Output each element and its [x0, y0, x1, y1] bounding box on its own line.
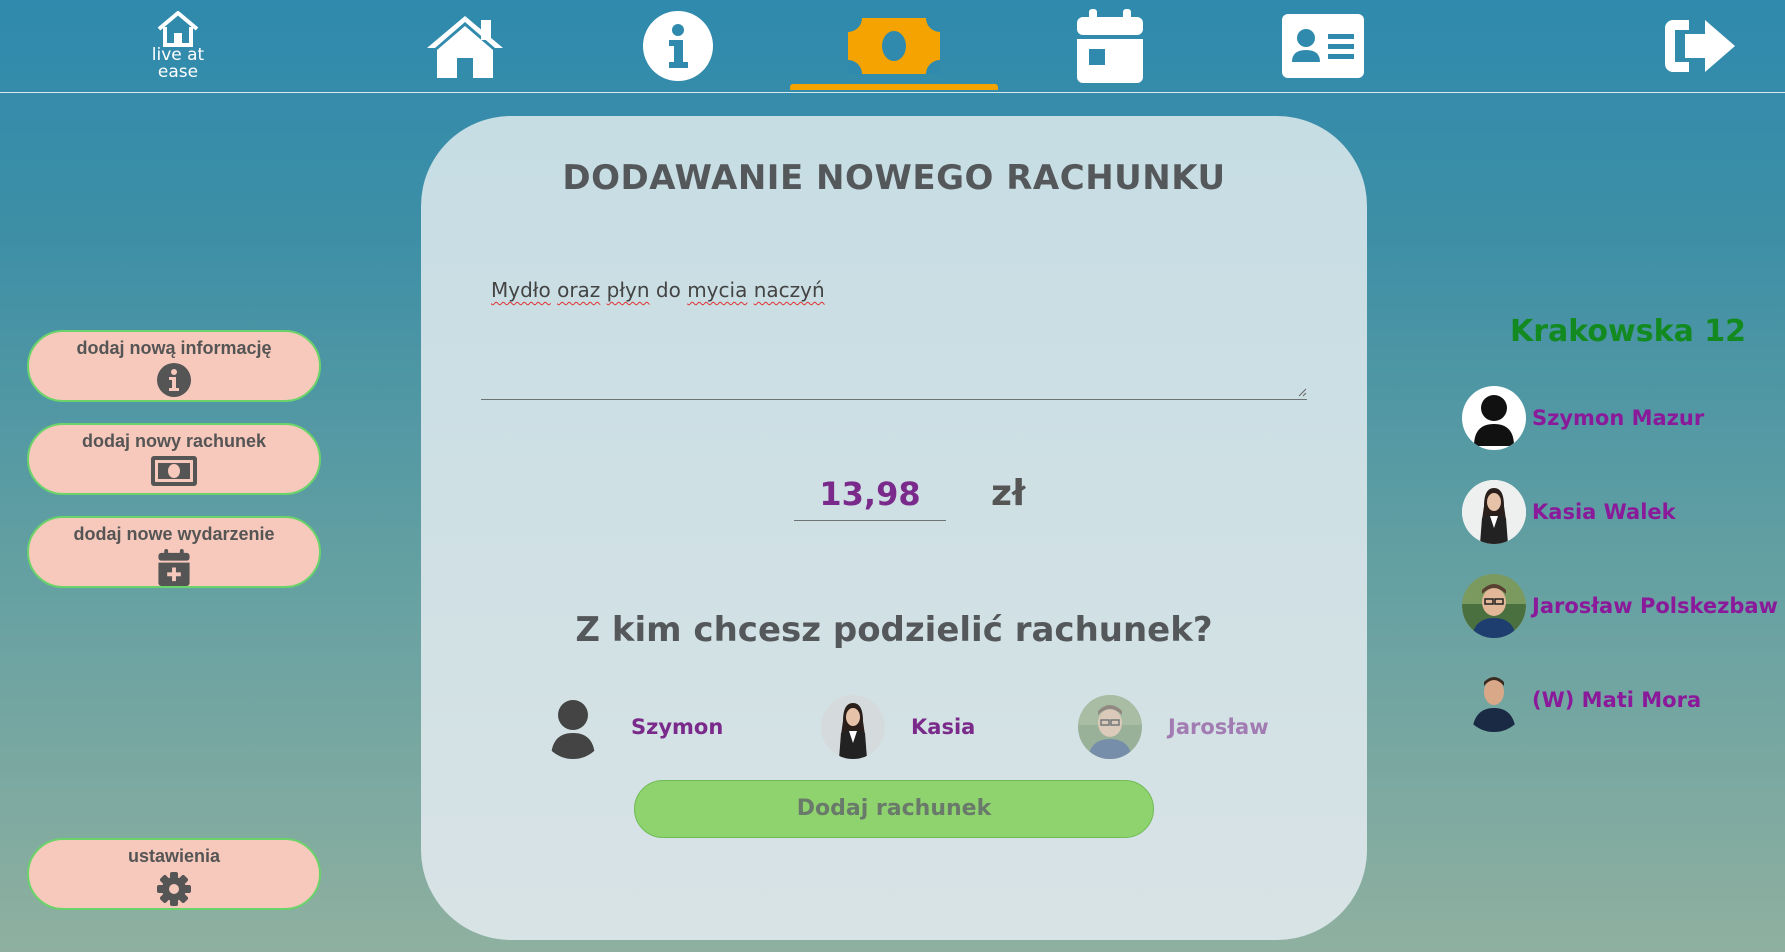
- currency-label: zł: [991, 473, 1026, 514]
- money-icon: [151, 456, 197, 486]
- add-info-button[interactable]: dodaj nową informację: [27, 330, 321, 402]
- kasia-photo: [821, 695, 885, 759]
- nav-home[interactable]: [420, 0, 510, 92]
- calendar-plus-icon: [158, 549, 190, 586]
- kasia-photo: [1462, 480, 1526, 544]
- contact-card-icon: [1282, 14, 1364, 78]
- split-question: Z kim chcesz podzielić rachunek?: [575, 610, 1213, 650]
- active-tab-indicator: [790, 84, 998, 90]
- member-jaroslaw-polskezbaw[interactable]: Jarosław Polskezbaw: [1462, 573, 1778, 639]
- money-icon: [848, 18, 940, 74]
- jaroslaw-photo: [1078, 695, 1142, 759]
- split-person-name: Jarosław: [1168, 715, 1269, 739]
- member-name: (W) Mati Mora: [1532, 688, 1702, 712]
- gear-icon: [157, 872, 191, 906]
- nav-calendar[interactable]: [1075, 0, 1145, 92]
- nav-logout[interactable]: [1660, 0, 1740, 92]
- split-person-name: Szymon: [631, 715, 724, 739]
- home-icon: [427, 16, 503, 78]
- add-bill-sidebar-button[interactable]: dodaj nowy rachunek: [27, 423, 321, 495]
- add-bill-submit-button[interactable]: Dodaj rachunek: [634, 780, 1154, 838]
- description-word: płyn: [606, 278, 650, 302]
- description-word: naczyń: [753, 278, 825, 302]
- settings-label: ustawienia: [127, 846, 221, 866]
- jaroslaw-photo: [1462, 574, 1526, 638]
- settings-button[interactable]: ustawienia: [27, 838, 321, 910]
- resize-grip-icon[interactable]: [1297, 387, 1307, 397]
- member-szymon-mazur[interactable]: Szymon Mazur: [1462, 385, 1704, 451]
- add-event-label: dodaj nowe wydarzenie: [73, 524, 275, 544]
- default-user-icon: [1462, 386, 1526, 450]
- nav-bills[interactable]: [848, 0, 940, 92]
- description-word: do: [655, 278, 681, 302]
- calendar-icon: [1077, 9, 1143, 83]
- top-navigation: live at ease: [0, 0, 1785, 93]
- add-event-button[interactable]: dodaj nowe wydarzenie: [27, 516, 321, 588]
- split-person-kasia[interactable]: Kasia: [821, 692, 975, 762]
- logo-text-line2: ease: [157, 62, 199, 82]
- mati-photo: [1462, 668, 1526, 732]
- description-word: oraz: [557, 278, 601, 302]
- household-address: Krakowska 12: [1510, 314, 1747, 349]
- split-person-name: Kasia: [911, 715, 976, 739]
- info-icon: [643, 11, 713, 81]
- app-logo[interactable]: live at ease: [145, 0, 211, 92]
- nav-info[interactable]: [640, 0, 716, 92]
- logout-icon: [1665, 20, 1735, 72]
- member-name: Kasia Walek: [1532, 500, 1676, 524]
- description-word: Mydło: [491, 278, 551, 302]
- member-name: Jarosław Polskezbaw: [1532, 594, 1778, 618]
- split-person-jaroslaw[interactable]: Jarosław: [1078, 692, 1269, 762]
- member-name: Szymon Mazur: [1532, 406, 1705, 430]
- info-icon: [157, 363, 191, 397]
- nav-contacts[interactable]: [1280, 0, 1366, 92]
- add-info-label: dodaj nową informację: [76, 338, 272, 358]
- amount-input[interactable]: 13,98: [794, 468, 946, 521]
- split-person-szymon[interactable]: Szymon: [541, 692, 723, 762]
- page-title: DODAWANIE NOWEGO RACHUNKU: [562, 158, 1226, 198]
- new-bill-card: DODAWANIE NOWEGO RACHUNKU Mydło oraz pły…: [421, 116, 1367, 940]
- default-user-icon: [541, 695, 605, 759]
- member-kasia-walek[interactable]: Kasia Walek: [1462, 479, 1676, 545]
- house-logo-icon: [157, 11, 199, 47]
- description-word: mycia: [687, 278, 748, 302]
- member-mati-mora[interactable]: (W) Mati Mora: [1462, 667, 1701, 733]
- bill-description-textarea[interactable]: Mydło oraz płyn do mycia naczyń: [481, 268, 1307, 400]
- add-bill-label: dodaj nowy rachunek: [81, 431, 267, 451]
